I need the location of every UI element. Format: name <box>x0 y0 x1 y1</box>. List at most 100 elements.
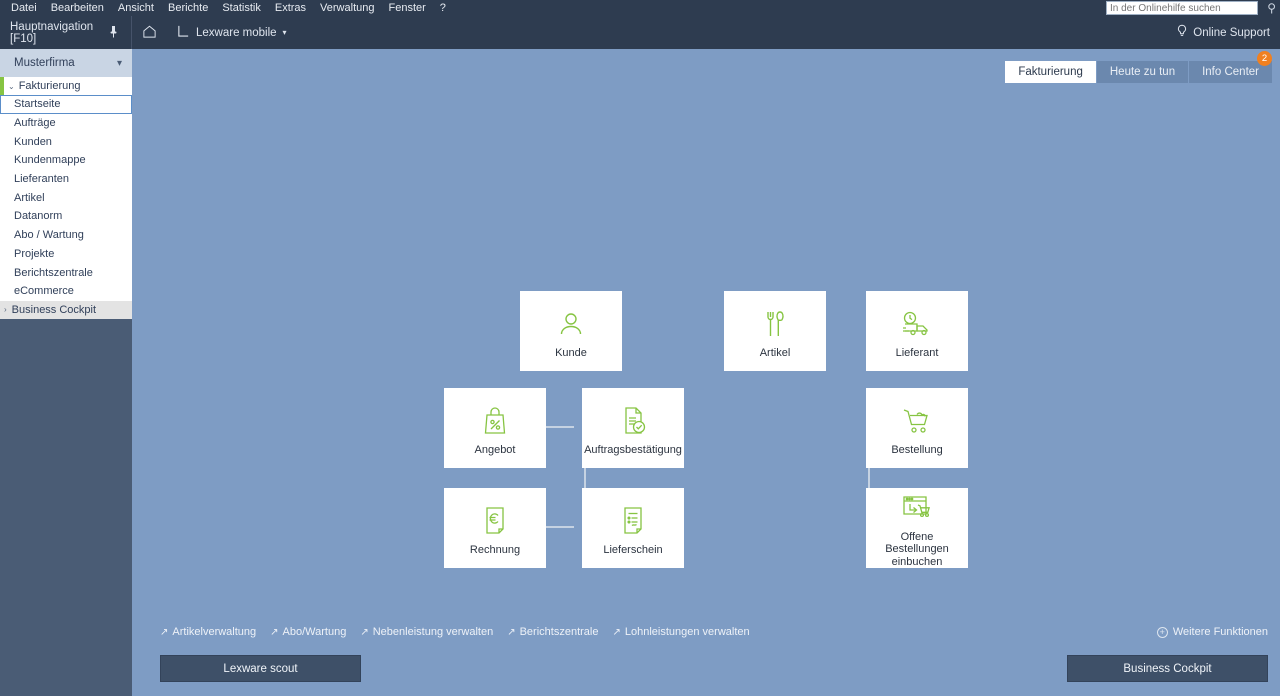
card-offene-bestellungen-einbuchen-label: Offene Bestellungen einbuchen <box>885 530 949 568</box>
home-icon <box>142 24 157 42</box>
weitere-funktionen-button[interactable]: + Weitere Funktionen <box>1156 626 1268 638</box>
help-search-input[interactable] <box>1106 1 1258 15</box>
card-lieferschein[interactable]: Lieferschein <box>582 488 684 568</box>
menu-item-berichte[interactable]: Berichte <box>161 0 215 16</box>
chevron-right-icon: › <box>4 305 7 315</box>
arrow-right-icon: ↗ <box>160 626 169 638</box>
card-artikel[interactable]: Artikel <box>724 291 826 371</box>
chevron-down-icon: ⌄ <box>8 81 15 91</box>
weitere-funktionen-label: Weitere Funktionen <box>1172 626 1268 638</box>
sidebar-group-fakturierung[interactable]: ⌄ Fakturierung <box>0 77 132 95</box>
menu-bar: Datei Bearbeiten Ansicht Berichte Statis… <box>0 0 1280 16</box>
arrow-right-icon: ↗ <box>360 626 369 638</box>
document-check-icon <box>618 400 648 442</box>
footer-link-lohnleistungen-verwalten-label: Lohnleistungen verwalten <box>624 626 750 638</box>
card-auftragsbestaetigung-label: Auftragsbestätigung <box>584 443 682 456</box>
sidebar-item-berichtszentrale[interactable]: Berichtszentrale <box>0 263 132 282</box>
sidebar-item-startseite[interactable]: Startseite <box>0 95 132 114</box>
footer-link-lohnleistungen-verwalten[interactable]: ↗ Lohnleistungen verwalten <box>612 626 749 638</box>
card-offene-bestellungen-einbuchen[interactable]: Offene Bestellungen einbuchen <box>866 488 968 568</box>
delivery-truck-icon <box>900 303 934 345</box>
footer-link-artikelverwaltung[interactable]: ↗ Artikelverwaltung <box>160 626 256 638</box>
lexware-scout-button[interactable]: Lexware scout <box>160 655 361 682</box>
sidebar-nav-list: Startseite Aufträge Kunden Kundenmappe L… <box>0 95 132 320</box>
card-kunde-label: Kunde <box>555 346 587 359</box>
card-angebot[interactable]: Angebot <box>444 388 546 468</box>
arrow-right-icon: ↗ <box>507 626 516 638</box>
menu-item-datei[interactable]: Datei <box>4 0 44 16</box>
footer-link-berichtszentrale[interactable]: ↗ Berichtszentrale <box>507 626 598 638</box>
card-lieferschein-label: Lieferschein <box>603 543 663 556</box>
footer-link-berichtszentrale-label: Berichtszentrale <box>519 626 599 638</box>
card-rechnung[interactable]: Rechnung <box>444 488 546 568</box>
arrow-right-icon: ↗ <box>270 626 279 638</box>
discount-bag-icon <box>481 400 509 442</box>
sidebar: Musterfirma ▾ ⌄ Fakturierung Startseite … <box>0 49 132 696</box>
sidebar-item-projekte[interactable]: Projekte <box>0 245 132 264</box>
delivery-note-icon <box>619 500 647 542</box>
person-icon <box>556 303 586 345</box>
plus-circle-icon: + <box>1156 626 1168 638</box>
footer-link-nebenleistung-verwalten[interactable]: ↗ Nebenleistung verwalten <box>360 626 493 638</box>
pin-icon[interactable] <box>108 25 119 41</box>
tab-heute-zu-tun[interactable]: Heute zu tun <box>1096 61 1189 83</box>
card-bestellung[interactable]: Bestellung <box>866 388 968 468</box>
tab-fakturierung[interactable]: Fakturierung <box>1005 61 1096 83</box>
home-button[interactable] <box>132 16 167 49</box>
sidebar-item-lieferanten[interactable]: Lieferanten <box>0 170 132 189</box>
sidebar-item-datanorm[interactable]: Datanorm <box>0 207 132 226</box>
hauptnavigation-header: Hauptnavigation [F10] <box>0 16 132 49</box>
business-cockpit-button[interactable]: Business Cockpit <box>1067 655 1268 682</box>
info-center-badge: 2 <box>1257 51 1272 66</box>
menu-item-extras[interactable]: Extras <box>268 0 313 16</box>
arrow-right-icon: ↗ <box>612 626 621 638</box>
footer-links: ↗ Artikelverwaltung ↗ Abo/Wartung ↗ Nebe… <box>160 626 750 638</box>
toolbar: Hauptnavigation [F10] Lexware mobile ▾ O… <box>0 16 1280 49</box>
card-rechnung-label: Rechnung <box>469 543 521 556</box>
company-selector[interactable]: Musterfirma ▾ <box>0 49 132 77</box>
tools-icon <box>761 303 789 345</box>
sidebar-item-auftraege[interactable]: Aufträge <box>0 114 132 133</box>
connector-bestellung-offene <box>868 468 870 488</box>
sidebar-item-kundenmappe[interactable]: Kundenmappe <box>0 151 132 170</box>
menu-item-bearbeiten[interactable]: Bearbeiten <box>44 0 111 16</box>
footer-link-nebenleistung-verwalten-label: Nebenleistung verwalten <box>372 626 494 638</box>
footer-link-abo-wartung[interactable]: ↗ Abo/Wartung <box>270 626 346 638</box>
sidebar-item-artikel[interactable]: Artikel <box>0 188 132 207</box>
card-bestellung-label: Bestellung <box>891 443 943 456</box>
footer-link-artikelverwaltung-label: Artikelverwaltung <box>172 626 257 638</box>
lexware-mobile-button[interactable]: Lexware mobile ▾ <box>167 16 297 49</box>
shopping-cart-icon <box>901 400 933 442</box>
lexware-mobile-label: Lexware mobile <box>196 26 277 39</box>
main-panel: Fakturierung Heute zu tun Info Center 2 … <box>132 49 1280 696</box>
footer-link-abo-wartung-label: Abo/Wartung <box>282 626 347 638</box>
menu-item-verwaltung[interactable]: Verwaltung <box>313 0 381 16</box>
online-support-label: Online Support <box>1193 26 1270 39</box>
browser-cart-icon <box>900 488 934 529</box>
chevron-down-icon: ▾ <box>116 57 122 69</box>
company-name: Musterfirma <box>14 57 75 69</box>
card-artikel-label: Artikel <box>759 346 791 359</box>
card-auftragsbestaetigung[interactable]: Auftragsbestätigung <box>582 388 684 468</box>
process-flow-canvas: Kunde Artikel Lieferant Angebot Auftrags… <box>132 83 1280 643</box>
sidebar-group-business-cockpit[interactable]: › Business Cockpit <box>0 300 132 320</box>
menu-item-statistik[interactable]: Statistik <box>215 0 268 16</box>
sidebar-item-abo-wartung[interactable]: Abo / Wartung <box>0 226 132 245</box>
sidebar-item-kunden[interactable]: Kunden <box>0 132 132 151</box>
online-support-button[interactable]: Online Support <box>1176 16 1270 49</box>
card-angebot-label: Angebot <box>474 443 516 456</box>
search-icon[interactable]: ⚲ <box>1267 2 1276 14</box>
lightbulb-icon <box>1176 24 1188 41</box>
sidebar-item-ecommerce[interactable]: eCommerce <box>0 282 132 301</box>
menu-item-help[interactable]: ? <box>433 0 453 16</box>
card-kunde[interactable]: Kunde <box>520 291 622 371</box>
sidebar-group-business-cockpit-label: Business Cockpit <box>11 303 97 316</box>
hauptnavigation-label: Hauptnavigation [F10] <box>10 20 94 45</box>
euro-invoice-icon <box>481 500 509 542</box>
card-lieferant-label: Lieferant <box>895 346 939 359</box>
menu-item-fenster[interactable]: Fenster <box>381 0 432 16</box>
sidebar-group-label: Fakturierung <box>18 80 81 92</box>
connector-auftragsbestaetigung-lieferschein <box>584 468 586 488</box>
card-lieferant[interactable]: Lieferant <box>866 291 968 371</box>
menu-item-ansicht[interactable]: Ansicht <box>111 0 161 16</box>
